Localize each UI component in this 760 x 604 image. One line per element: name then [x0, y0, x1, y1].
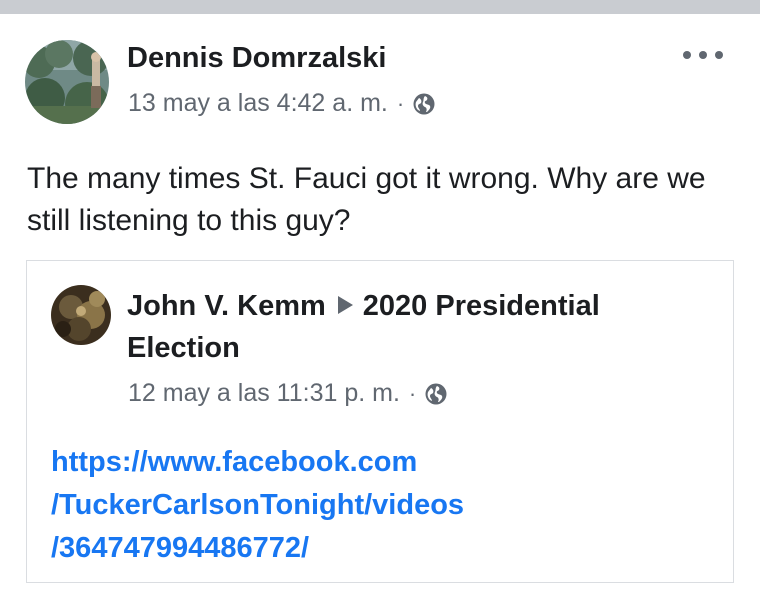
- shared-post-card[interactable]: John V. Kemm 2020 Presidential Election 1…: [26, 260, 734, 583]
- shared-author-avatar[interactable]: [51, 285, 111, 345]
- triangle-right-icon: [337, 296, 353, 314]
- more-options-icon[interactable]: [683, 40, 723, 70]
- globe-icon[interactable]: [424, 382, 448, 406]
- link-line: /TuckerCarlsonTonight/videos: [51, 489, 465, 521]
- shared-author-name[interactable]: John V. Kemm: [127, 290, 326, 322]
- more-dot: [699, 51, 707, 59]
- more-dot: [715, 51, 723, 59]
- shared-post-header: John V. Kemm 2020 Presidential Election: [127, 285, 687, 369]
- more-dot: [683, 51, 691, 59]
- meta-separator: ·: [408, 380, 417, 406]
- shared-post-meta: 12 may a las 11:31 p. m. ·: [128, 379, 448, 408]
- shared-post-timestamp[interactable]: 12 may a las 11:31 p. m.: [128, 379, 400, 408]
- globe-icon[interactable]: [412, 92, 436, 116]
- post-timestamp[interactable]: 13 may a las 4:42 a. m.: [128, 89, 388, 118]
- shared-avatar-image: [51, 285, 111, 345]
- avatar-image: [25, 40, 109, 124]
- link-line: https://www.facebook.com: [51, 446, 418, 478]
- top-separator-bar: [0, 0, 760, 14]
- author-avatar[interactable]: [25, 40, 109, 124]
- post-text: The many times St. Fauci got it wrong. W…: [27, 162, 706, 237]
- post-meta: 13 may a las 4:42 a. m. ·: [128, 89, 436, 118]
- shared-video-link[interactable]: https://www.facebook.com /TuckerCarlsonT…: [51, 441, 711, 570]
- meta-separator: ·: [396, 90, 405, 116]
- post-author-name[interactable]: Dennis Domrzalski: [127, 42, 386, 75]
- link-line: /364747994486772/: [51, 532, 310, 564]
